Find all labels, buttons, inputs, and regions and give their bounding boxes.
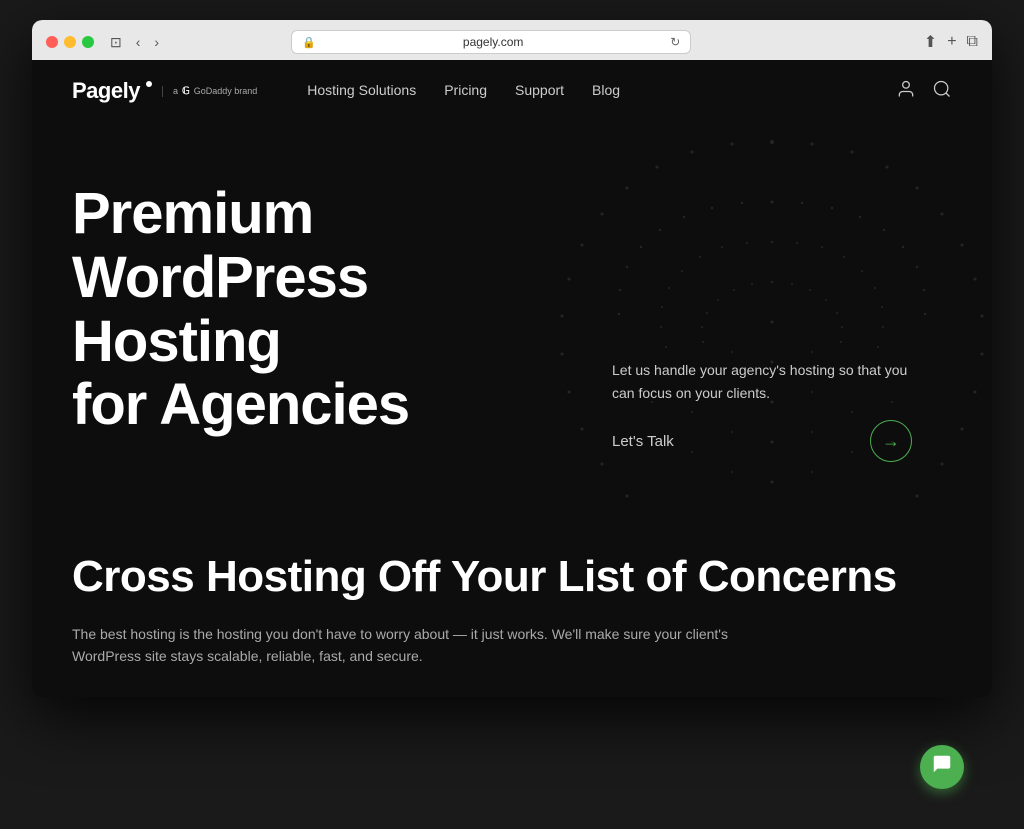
refresh-icon[interactable]: ↻ [670, 35, 680, 49]
window-controls: ⊡ ‹ › [106, 32, 163, 53]
logo-area: Pagely a 𝔾 GoDaddy brand [72, 78, 257, 104]
logo-dot [146, 81, 152, 87]
nav-item-support[interactable]: Support [515, 82, 564, 100]
godaddy-prefix: a [173, 86, 178, 96]
godaddy-label: GoDaddy brand [194, 86, 258, 96]
forward-button[interactable]: › [150, 32, 163, 53]
close-button[interactable] [46, 36, 58, 48]
search-icon[interactable] [932, 79, 952, 104]
browser-frame: ⊡ ‹ › 🔒 pagely.com ↻ ⬆ + ⧉ Pagely [32, 20, 992, 697]
cta-arrow-button[interactable]: → [870, 420, 912, 462]
hero-title-line1: Premium [72, 181, 313, 246]
toolbar-right: ⬆ + ⧉ [924, 32, 978, 52]
hero-title: Premium WordPress Hosting for Agencies [72, 182, 592, 437]
hero-section: Premium WordPress Hosting for Agencies L… [32, 122, 992, 502]
cta-row: Let's Talk → [612, 420, 912, 462]
nav-link-hosting[interactable]: Hosting Solutions [307, 82, 416, 98]
nav-link-support[interactable]: Support [515, 82, 564, 98]
share-icon[interactable]: ⬆ [924, 32, 937, 52]
website-content: Pagely a 𝔾 GoDaddy brand Hosting Solutio… [32, 60, 992, 697]
nav-item-blog[interactable]: Blog [592, 82, 620, 100]
back-button[interactable]: ‹ [132, 32, 145, 53]
address-bar[interactable]: 🔒 pagely.com ↻ [291, 30, 691, 54]
sidebar-toggle-icon[interactable]: ⊡ [106, 32, 126, 53]
section2-description: The best hosting is the hosting you don'… [72, 623, 772, 668]
hero-title-line2: WordPress Hosting [72, 245, 368, 374]
hero-title-line3: for Agencies [72, 372, 409, 437]
main-nav: Pagely a 𝔾 GoDaddy brand Hosting Solutio… [32, 60, 992, 122]
arrow-icon: → [882, 431, 900, 452]
hero-description: Let us handle your agency's hosting so t… [612, 359, 912, 404]
nav-link-blog[interactable]: Blog [592, 82, 620, 98]
minimize-button[interactable] [64, 36, 76, 48]
section2-title: Cross Hosting Off Your List of Concerns [72, 552, 952, 603]
security-icon: 🔒 [302, 36, 316, 49]
account-icon[interactable] [896, 79, 916, 104]
godaddy-badge: a 𝔾 GoDaddy brand [162, 86, 257, 97]
maximize-button[interactable] [82, 36, 94, 48]
nav-link-pricing[interactable]: Pricing [444, 82, 487, 98]
url-text: pagely.com [322, 35, 664, 49]
nav-item-pricing[interactable]: Pricing [444, 82, 487, 100]
nav-right [896, 79, 952, 104]
nav-links: Hosting Solutions Pricing Support Blog [307, 82, 620, 100]
traffic-lights [46, 36, 94, 48]
nav-item-hosting[interactable]: Hosting Solutions [307, 82, 416, 100]
tabs-icon[interactable]: ⧉ [967, 33, 978, 51]
browser-chrome: ⊡ ‹ › 🔒 pagely.com ↻ ⬆ + ⧉ [32, 20, 992, 60]
site-logo[interactable]: Pagely [72, 78, 140, 104]
new-tab-icon[interactable]: + [947, 33, 956, 51]
godaddy-icon: 𝔾 [182, 86, 190, 97]
section2: Cross Hosting Off Your List of Concerns … [32, 502, 992, 697]
hero-cta-area: Let us handle your agency's hosting so t… [612, 359, 912, 462]
cta-link[interactable]: Let's Talk [612, 433, 674, 450]
